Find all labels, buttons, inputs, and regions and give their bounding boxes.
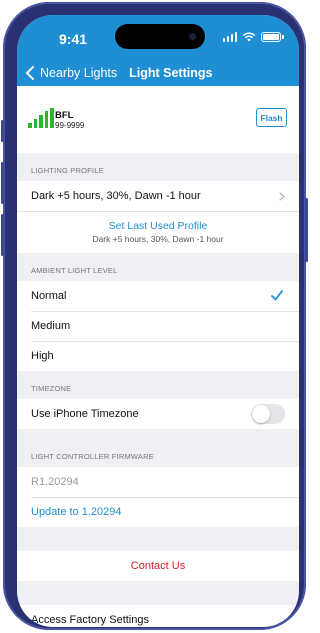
screen: 9:41 Nearby Lights Light Settings BFL 99… [17, 15, 299, 627]
phone-frame: 9:41 Nearby Lights Light Settings BFL 99… [1, 2, 308, 630]
ambient-light-header: AMBIENT LIGHT LEVEL [31, 266, 118, 275]
contact-us-label: Contact Us [130, 560, 186, 572]
page-title: Light Settings [129, 66, 213, 80]
back-label: Nearby Lights [40, 66, 118, 80]
ambient-option-medium[interactable]: Medium [17, 311, 299, 341]
device-name: BFL [55, 110, 74, 121]
lighting-profile-value: Dark +5 hours, 30%, Dawn -1 hour [31, 190, 201, 202]
device-id: 99-9999 [55, 121, 85, 130]
timezone-row: Use iPhone Timezone [17, 399, 299, 429]
firmware-update-button[interactable]: Update to 1.20294 [17, 497, 299, 527]
lighting-profile-header: LIGHTING PROFILE [31, 166, 104, 175]
status-time: 9:41 [59, 31, 88, 47]
factory-settings-button[interactable]: Access Factory Settings [17, 605, 299, 627]
factory-group: Access Factory Settings [17, 605, 299, 627]
set-last-profile-summary: Dark +5 hours, 30%, Dawn -1 hour [92, 234, 224, 244]
signal-strength-icon [28, 108, 54, 128]
firmware-update-label: Update to 1.20294 [31, 506, 122, 518]
volume-up-button [1, 162, 4, 204]
ambient-option-label: Normal [31, 290, 67, 302]
ambient-option-normal[interactable]: Normal [17, 281, 299, 311]
lighting-profile-group: Dark +5 hours, 30%, Dawn -1 hour Set Las… [17, 181, 299, 253]
power-button [305, 198, 308, 262]
firmware-group: R1.20294 Update to 1.20294 [17, 467, 299, 527]
wifi-icon [242, 32, 256, 42]
flash-button[interactable]: Flash [256, 108, 287, 127]
volume-down-button [1, 214, 4, 256]
ambient-option-label: Medium [31, 320, 71, 332]
timezone-header: TIMEZONE [31, 384, 72, 393]
ambient-light-group: Normal Medium High [17, 281, 299, 371]
timezone-group: Use iPhone Timezone [17, 399, 299, 429]
status-icons [222, 32, 284, 42]
set-last-profile-label: Set Last Used Profile [108, 220, 208, 232]
battery-icon [261, 32, 284, 42]
firmware-version-row: R1.20294 [17, 467, 299, 497]
back-button[interactable]: Nearby Lights [25, 66, 117, 80]
cellular-signal-icon [222, 32, 237, 42]
contact-us-button[interactable]: Contact Us [17, 551, 299, 581]
dynamic-island [115, 24, 205, 49]
checkmark-icon [271, 290, 283, 301]
factory-settings-label: Access Factory Settings [31, 614, 149, 626]
timezone-toggle[interactable] [251, 404, 285, 424]
ambient-option-high[interactable]: High [17, 341, 299, 371]
ambient-option-label: High [31, 350, 54, 362]
device-card: BFL 99-9999 Flash [17, 86, 299, 153]
chevron-left-icon [26, 66, 34, 80]
contact-group: Contact Us [17, 551, 299, 581]
firmware-version: R1.20294 [31, 476, 79, 488]
timezone-label: Use iPhone Timezone [31, 408, 139, 420]
chevron-right-icon [279, 192, 285, 201]
navigation-bar: Nearby Lights Light Settings [17, 62, 299, 84]
app-header: 9:41 Nearby Lights Light Settings [17, 15, 299, 86]
set-last-profile-button[interactable]: Set Last Used Profile Dark +5 hours, 30%… [17, 211, 299, 253]
lighting-profile-row[interactable]: Dark +5 hours, 30%, Dawn -1 hour [17, 181, 299, 211]
firmware-header: LIGHT CONTROLLER FIRMWARE [31, 452, 154, 461]
mute-switch [1, 120, 4, 142]
